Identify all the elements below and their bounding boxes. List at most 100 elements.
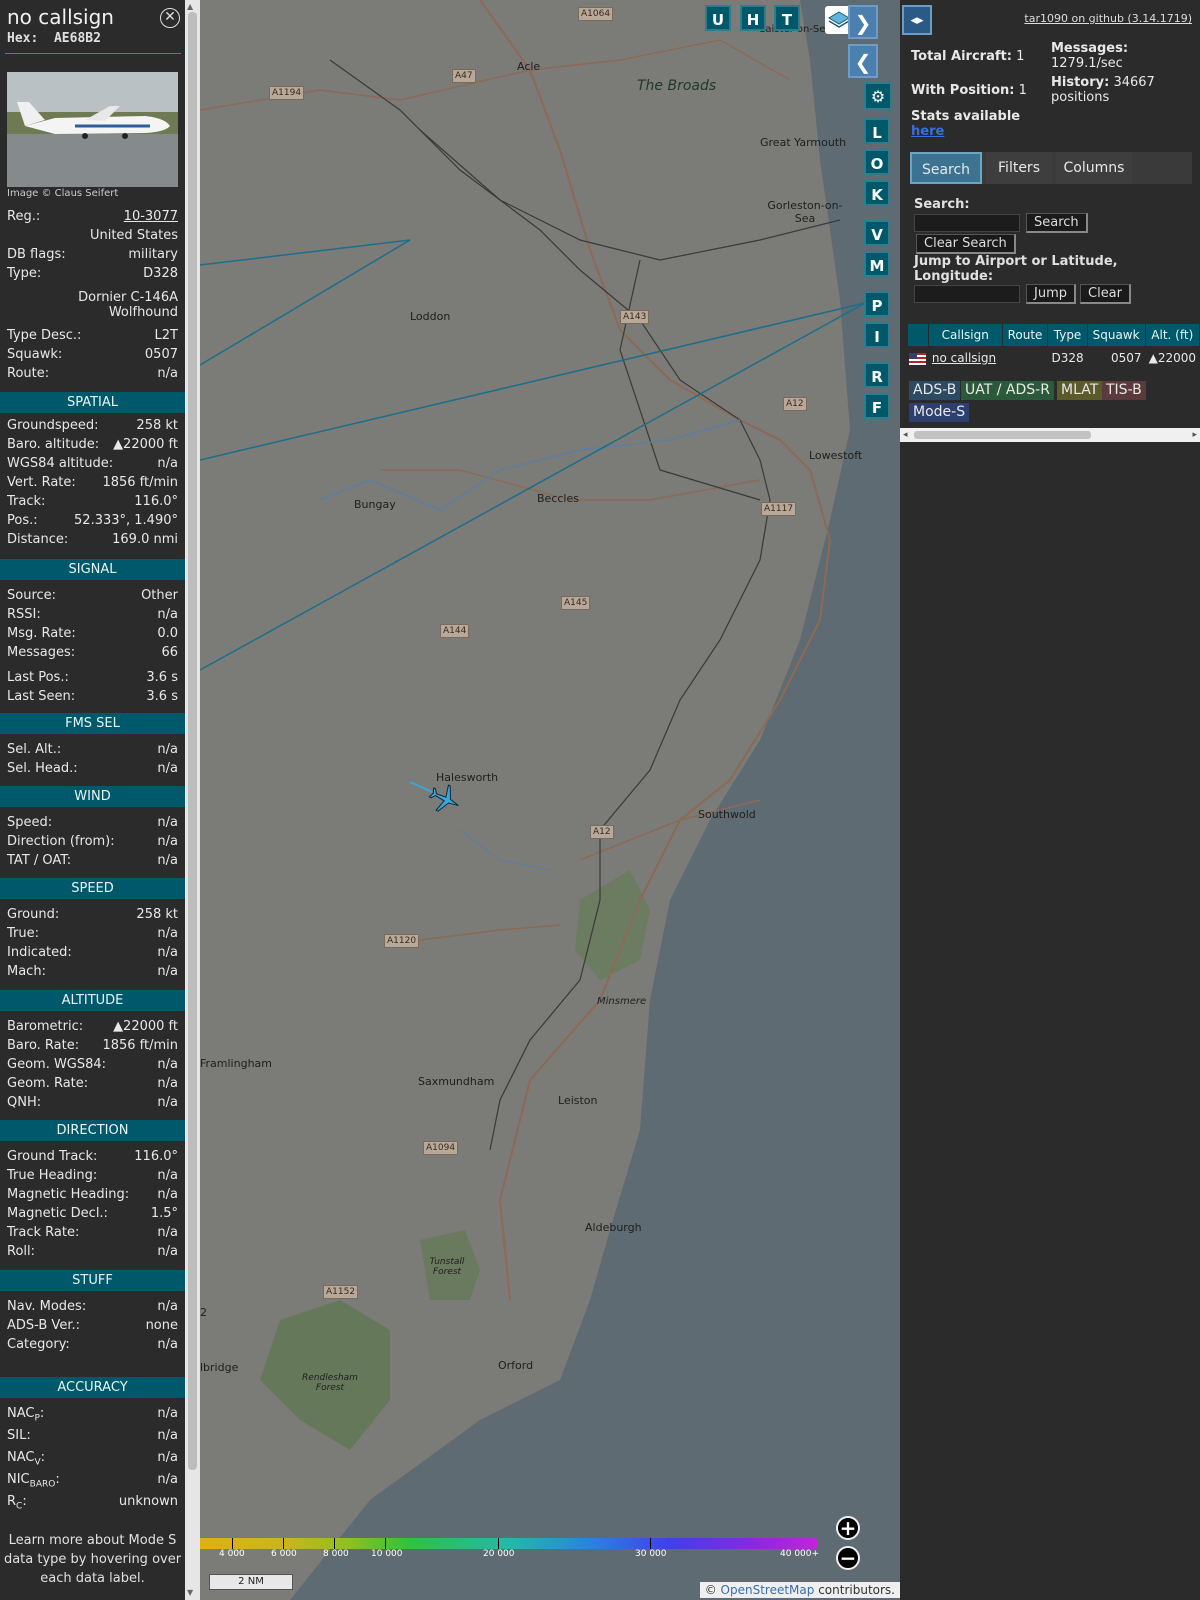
field-label[interactable]: RSSI:: [7, 606, 41, 624]
jump-input[interactable]: [914, 285, 1020, 303]
search-input[interactable]: [914, 214, 1020, 232]
field-label[interactable]: Distance:: [7, 531, 68, 549]
layer-m-button[interactable]: M: [864, 251, 890, 277]
aircraft-marker-icon[interactable]: [428, 782, 462, 816]
layer-f-button[interactable]: F: [864, 393, 890, 419]
source-filter-chip[interactable]: TIS-B: [1102, 381, 1146, 400]
scroll-up-icon[interactable]: ▲: [187, 2, 193, 11]
field-label[interactable]: Mach:: [7, 963, 46, 981]
flag-column-header[interactable]: [908, 324, 928, 346]
scroll-left-icon[interactable]: ◂: [903, 428, 908, 442]
field-label[interactable]: Category:: [7, 1336, 70, 1354]
scroll-down-icon[interactable]: ▼: [187, 1588, 193, 1597]
field-label[interactable]: Track:: [7, 493, 45, 511]
field-label[interactable]: Geom. WGS84:: [7, 1056, 106, 1074]
field-label[interactable]: WGS84 altitude:: [7, 455, 113, 473]
tab-columns[interactable]: Columns: [1056, 152, 1132, 184]
source-filter-chip[interactable]: ADS-B: [909, 381, 961, 400]
map-view[interactable]: The Broads Acle Great Yarmouth Gorleston…: [200, 0, 900, 1600]
collapse-left-icon[interactable]: ❮: [848, 44, 878, 78]
osm-link[interactable]: OpenStreetMap: [721, 1583, 815, 1597]
column-header[interactable]: Squawk: [1087, 324, 1145, 346]
field-label[interactable]: Msg. Rate:: [7, 625, 76, 643]
section-header-altitude[interactable]: ALTITUDE: [0, 990, 185, 1011]
field-label[interactable]: Indicated:: [7, 944, 72, 962]
scroll-right-icon[interactable]: ▸: [1192, 428, 1197, 442]
field-label[interactable]: Baro. altitude:: [7, 436, 99, 454]
table-horizontal-scrollbar[interactable]: ◂ ▸: [900, 428, 1200, 442]
field-label[interactable]: Baro. Rate:: [7, 1037, 79, 1055]
field-label[interactable]: SIL:: [7, 1427, 31, 1445]
field-label[interactable]: NAC: [7, 1450, 34, 1465]
field-label[interactable]: Groundspeed:: [7, 417, 98, 435]
section-header-wind[interactable]: WIND: [0, 786, 185, 807]
layer-v-button[interactable]: V: [864, 220, 890, 246]
layer-k-button[interactable]: K: [864, 180, 890, 206]
clear-search-button[interactable]: Clear Search: [916, 234, 1016, 254]
layer-i-button[interactable]: I: [864, 322, 890, 348]
sidebar-scroll-thumb[interactable]: [188, 12, 197, 1470]
zoom-out-icon[interactable]: −: [836, 1546, 860, 1570]
field-label[interactable]: Messages:: [7, 644, 75, 662]
source-filter-chip[interactable]: MLAT: [1057, 381, 1103, 400]
field-label[interactable]: Barometric:: [7, 1018, 83, 1036]
layer-l-button[interactable]: L: [864, 118, 890, 144]
section-header-fms[interactable]: FMS SEL: [0, 713, 185, 734]
field-label[interactable]: Ground:: [7, 906, 59, 924]
clear-button[interactable]: Clear: [1080, 284, 1131, 304]
section-header-spatial[interactable]: SPATIAL: [0, 392, 185, 413]
toggle-panel-width-icon[interactable]: ◂▸: [902, 5, 932, 35]
field-label[interactable]: ADS-B Ver.:: [7, 1317, 80, 1335]
source-filter-chip[interactable]: UAT / ADS-R: [961, 381, 1054, 400]
field-label[interactable]: Geom. Rate:: [7, 1075, 88, 1093]
field-label[interactable]: Nav. Modes:: [7, 1298, 86, 1316]
toggle-t-button[interactable]: T: [774, 5, 800, 31]
field-label[interactable]: Track Rate:: [7, 1224, 79, 1242]
field-label[interactable]: Magnetic Heading:: [7, 1186, 129, 1204]
sidebar-scrollbar[interactable]: ▲ ▼: [185, 0, 200, 1600]
callsign-cell[interactable]: no callsign: [929, 347, 1002, 369]
field-label[interactable]: True Heading:: [7, 1167, 97, 1185]
layer-p-button[interactable]: P: [864, 291, 890, 317]
field-label[interactable]: Last Seen:: [7, 688, 75, 706]
field-label[interactable]: Ground Track:: [7, 1148, 97, 1166]
section-header-direction[interactable]: DIRECTION: [0, 1120, 185, 1141]
field-label[interactable]: NAC: [7, 1406, 34, 1421]
field-label[interactable]: Direction (from):: [7, 833, 115, 851]
jump-button[interactable]: Jump: [1026, 284, 1076, 304]
column-header[interactable]: Route: [1002, 324, 1048, 346]
field-label[interactable]: Speed:: [7, 814, 52, 832]
field-label[interactable]: NIC: [7, 1472, 30, 1487]
field-label[interactable]: Sel. Head.:: [7, 760, 78, 778]
toggle-h-button[interactable]: H: [740, 5, 766, 31]
layer-r-button[interactable]: R: [864, 362, 890, 388]
search-button[interactable]: Search: [1026, 213, 1088, 233]
field-label[interactable]: QNH:: [7, 1094, 41, 1112]
column-header[interactable]: Callsign: [928, 324, 1002, 346]
tab-filters[interactable]: Filters: [986, 152, 1052, 184]
expand-right-icon[interactable]: ❯: [848, 5, 878, 39]
column-header[interactable]: Type: [1048, 324, 1087, 346]
aircraft-photo[interactable]: [7, 72, 178, 187]
close-icon[interactable]: ✕: [160, 8, 180, 28]
column-header[interactable]: Alt. (ft): [1145, 324, 1199, 346]
settings-gear-icon[interactable]: ⚙: [864, 82, 892, 110]
reg-link[interactable]: 10-3077: [124, 208, 178, 226]
field-label[interactable]: Pos.:: [7, 512, 38, 530]
table-row[interactable]: no callsign D328 0507 ▲22000: [908, 347, 1199, 369]
section-header-speed[interactable]: SPEED: [0, 878, 185, 899]
zoom-in-icon[interactable]: +: [836, 1516, 860, 1540]
source-filter-chip[interactable]: Mode-S: [909, 403, 970, 422]
field-label[interactable]: Magnetic Decl.:: [7, 1205, 108, 1223]
field-label[interactable]: R: [7, 1494, 16, 1509]
stats-link[interactable]: here: [911, 124, 944, 139]
field-label[interactable]: True:: [7, 925, 39, 943]
field-label[interactable]: Vert. Rate:: [7, 474, 76, 492]
field-label[interactable]: TAT / OAT:: [7, 852, 71, 870]
section-header-signal[interactable]: SIGNAL: [0, 559, 185, 580]
section-header-stuff[interactable]: STUFF: [0, 1270, 185, 1291]
field-label[interactable]: Source:: [7, 587, 56, 605]
toggle-u-button[interactable]: U: [705, 5, 731, 31]
layer-o-button[interactable]: O: [864, 149, 890, 175]
section-header-accuracy[interactable]: ACCURACY: [0, 1377, 185, 1398]
